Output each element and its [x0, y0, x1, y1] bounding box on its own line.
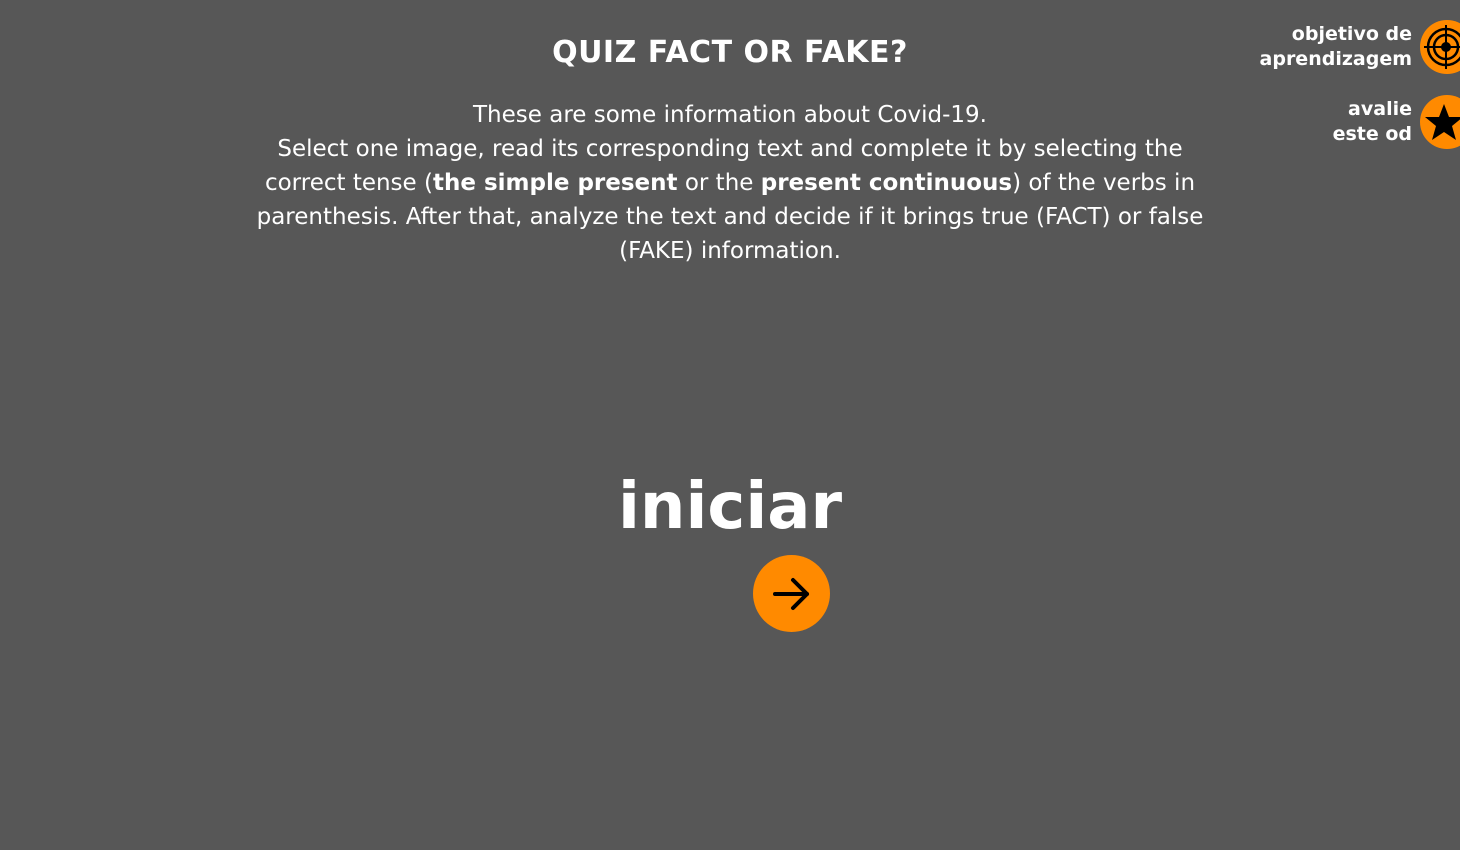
evaluate-label: avalie este od	[1333, 97, 1412, 147]
learning-objective-label: objetivo de aprendizagem	[1260, 22, 1412, 72]
learning-objective-button[interactable]: objetivo de aprendizagem	[1260, 20, 1460, 74]
instructions-line-5: (FAKE) information.	[619, 238, 841, 264]
target-icon	[1420, 20, 1460, 74]
instructions-text-segment: or the	[677, 170, 761, 196]
page-title: QUIZ FACT OR FAKE?	[552, 35, 908, 70]
simple-present-term: the simple present	[432, 170, 678, 196]
instructions-line-1: These are some information about Covid-1…	[473, 102, 987, 128]
instructions-line-4: parenthesis. After that, analyze the tex…	[256, 204, 1204, 230]
quiz-intro-screen: QUIZ FACT OR FAKE? These are some inform…	[0, 0, 1460, 850]
instructions-text: These are some information about Covid-1…	[240, 98, 1220, 268]
start-label: iniciar	[617, 470, 843, 544]
evaluate-button[interactable]: avalie este od	[1333, 95, 1460, 149]
learning-objective-label-line-1: objetivo de	[1291, 23, 1412, 45]
instructions-line-3: correct tense (the simple present or the…	[240, 166, 1220, 200]
evaluate-label-line-1: avalie	[1348, 98, 1412, 120]
arrow-right-icon	[772, 577, 809, 610]
star-icon	[1420, 95, 1460, 149]
evaluate-label-line-2: este od	[1332, 123, 1412, 145]
present-continuous-term: present continuous	[760, 170, 1013, 196]
learning-objective-label-line-2: aprendizagem	[1259, 48, 1412, 70]
instructions-line-2: Select one image, read its corresponding…	[277, 136, 1183, 162]
start-button[interactable]	[753, 555, 830, 632]
instructions-text-segment: ) of the verbs in	[1012, 170, 1196, 196]
instructions-text-segment: correct tense (	[264, 170, 433, 196]
